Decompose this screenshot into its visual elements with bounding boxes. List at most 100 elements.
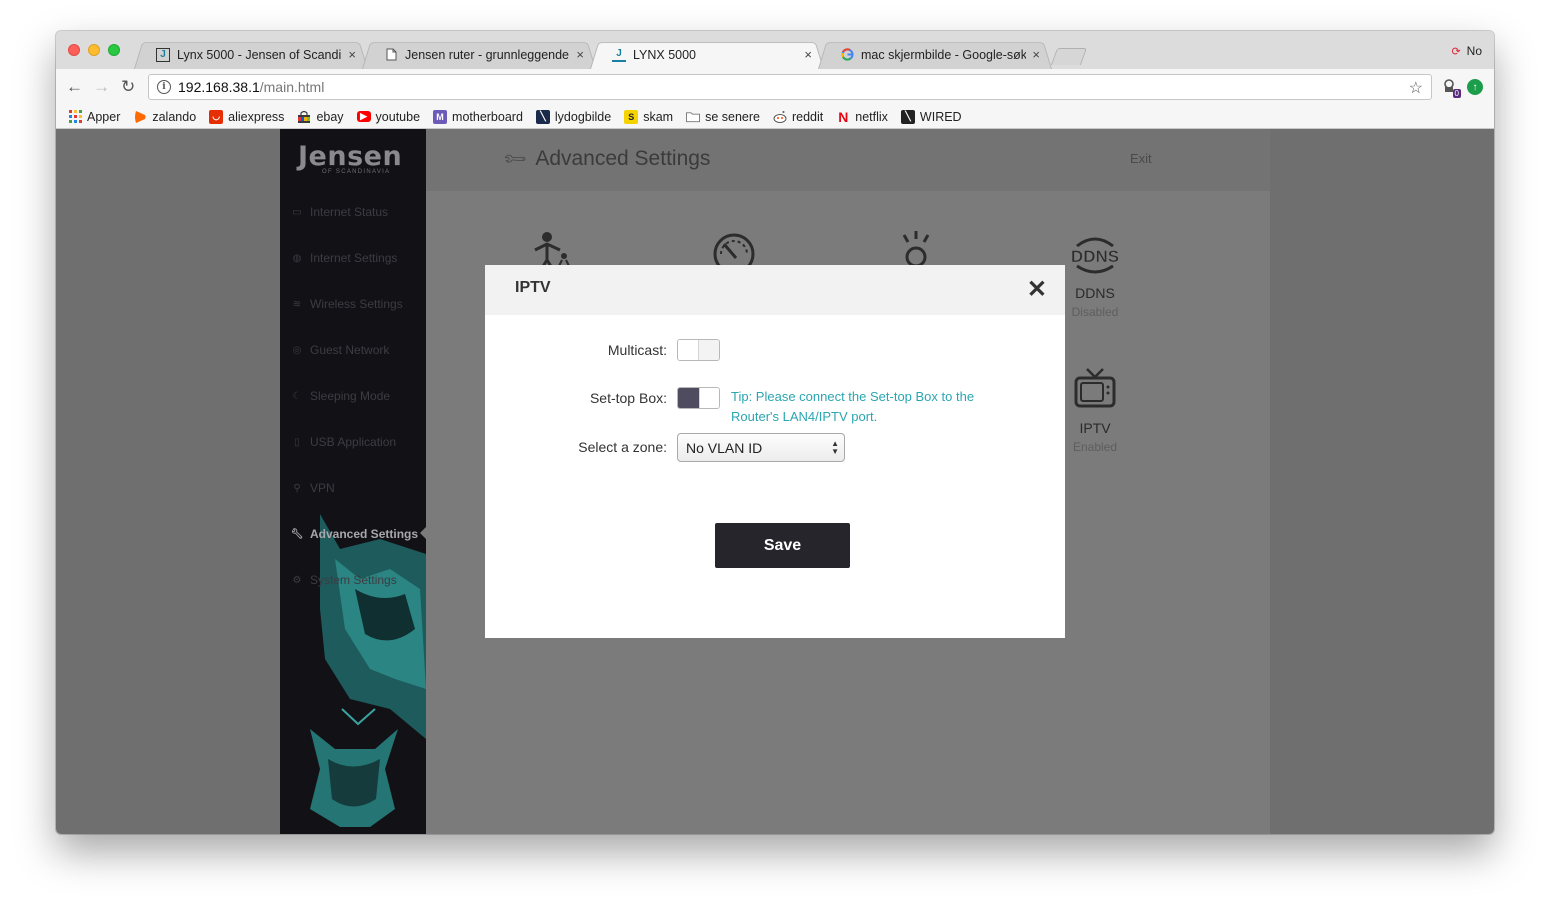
tab-title: LYNX 5000 xyxy=(633,47,697,62)
browser-tab[interactable]: mac skjermbilde - Google-søk × xyxy=(818,40,1052,69)
profile-button[interactable]: ⟳ No xyxy=(1451,44,1482,58)
address-bar[interactable]: i 192.168.38.1/main.html ☆ xyxy=(148,74,1432,100)
toggle-knob xyxy=(678,340,699,360)
google-g-icon xyxy=(840,48,854,62)
bookmark-motherboard[interactable]: M motherboard xyxy=(433,109,523,124)
multicast-label: Multicast: xyxy=(607,342,667,358)
multicast-toggle[interactable] xyxy=(677,339,720,361)
sidebar-item-internet-status[interactable]: ▭ Internet Status xyxy=(290,205,388,219)
bookmark-label: Apper xyxy=(87,109,121,124)
moon-icon: ☾ xyxy=(292,390,302,402)
bookmark-label: lydogbilde xyxy=(554,109,612,124)
wifi-icon: ≋ xyxy=(292,298,302,310)
sidebar-item-vpn[interactable]: ⚲ VPN xyxy=(290,481,335,495)
zone-select-value: No VLAN ID xyxy=(686,440,763,456)
jensen-logo[interactable]: Jensen xyxy=(298,141,402,172)
bookmark-label: netflix xyxy=(855,109,888,124)
active-caret xyxy=(420,526,426,540)
iptv-modal: IPTV ✕ Multicast: Set-top Box: Tip: Plea… xyxy=(485,265,1065,638)
exit-link[interactable]: Exit xyxy=(1130,151,1152,166)
toggle-track xyxy=(699,340,719,360)
lynx-illustration xyxy=(310,514,426,827)
bookmark-aliexpress[interactable]: ◡ aliexpress xyxy=(209,109,285,124)
zoom-window-button[interactable] xyxy=(108,44,120,56)
zone-select[interactable]: No VLAN ID ▲ ▼ xyxy=(677,433,845,462)
url-path: /main.html xyxy=(259,79,325,95)
jensen-logo-subtitle: OF SCANDINAVIA xyxy=(322,169,391,175)
bookmark-zalando[interactable]: zalando xyxy=(133,110,196,124)
sidebar-item-label: VPN xyxy=(310,481,335,495)
sidebar-item-guest-network[interactable]: ◎ Guest Network xyxy=(290,343,390,357)
settop-tip-text: Tip: Please connect the Set-top Box to t… xyxy=(731,389,975,424)
lydogbilde-icon: ╲ xyxy=(535,109,550,124)
sidebar-item-label: USB Application xyxy=(310,435,397,449)
bookmark-label: motherboard xyxy=(452,109,523,124)
browser-tab-active[interactable]: J LYNX 5000 × xyxy=(590,40,824,69)
bookmark-label: WIRED xyxy=(919,109,962,124)
browser-tab[interactable]: J Lynx 5000 - Jensen of Scandi × xyxy=(134,40,368,69)
bookmark-star-icon[interactable]: ☆ xyxy=(1409,78,1423,98)
jensen-j-icon: J xyxy=(156,47,170,62)
sidebar-item-wireless-settings[interactable]: ≋ Wireless Settings xyxy=(290,297,403,311)
bookmark-skam[interactable]: S skam xyxy=(624,109,674,124)
tab-close-icon[interactable]: × xyxy=(1032,47,1040,62)
youtube-icon: ▶ xyxy=(356,111,371,122)
led-light-icon[interactable] xyxy=(898,231,934,267)
sidebar-item-usb-application[interactable]: ▯ USB Application xyxy=(290,435,396,449)
gear-icon: ⚙ xyxy=(292,574,302,586)
bookmark-youtube[interactable]: ▶ youtube xyxy=(356,110,420,124)
forward-arrow-icon[interactable]: → xyxy=(93,77,110,97)
bookmark-label: zalando xyxy=(152,109,197,124)
settop-box-toggle[interactable] xyxy=(677,387,720,409)
sidebar-item-advanced-settings[interactable]: 🔧︎ Advanced Settings xyxy=(290,526,426,541)
info-icon[interactable]: i xyxy=(157,80,171,94)
update-arrow-icon[interactable]: ↑ xyxy=(1467,79,1483,95)
guest-icon: ◎ xyxy=(292,344,302,356)
select-arrows-icon: ▲ ▼ xyxy=(831,439,839,456)
new-tab-button[interactable] xyxy=(1050,48,1088,65)
tab-strip: J Lynx 5000 - Jensen of Scandi × Jensen … xyxy=(56,31,1494,69)
bookmark-ebay[interactable]: ebay xyxy=(297,109,344,124)
page-viewport: Jensen OF SCANDINAVIA ▭ Internet Status ◍… xyxy=(56,129,1494,834)
extension-badge: 0 xyxy=(1452,89,1461,98)
tab-close-icon[interactable]: × xyxy=(348,47,356,62)
tab-close-icon[interactable]: × xyxy=(576,47,584,62)
sidebar-item-internet-settings[interactable]: ◍ Internet Settings xyxy=(290,251,398,265)
wrench-icon: 🔧︎ xyxy=(502,146,529,173)
router-icon: ▭ xyxy=(292,206,302,218)
sidebar-item-system-settings[interactable]: ⚙ System Settings xyxy=(290,573,397,587)
tab-title: Jensen ruter - grunnleggende xyxy=(405,47,570,62)
browser-toolbar: ← → ↻ i 192.168.38.1/main.html ☆ 0 ↑ xyxy=(56,69,1494,105)
netflix-icon: N xyxy=(838,108,849,125)
toggle-track xyxy=(678,388,699,408)
sidebar-item-label: Internet Status xyxy=(310,205,389,219)
bookmark-label: reddit xyxy=(791,109,824,124)
parental-control-icon[interactable] xyxy=(530,230,576,268)
sidebar-item-sleeping-mode[interactable]: ☾ Sleeping Mode xyxy=(290,389,391,403)
ebay-bag-icon xyxy=(297,110,311,124)
close-icon[interactable]: ✕ xyxy=(1027,275,1047,304)
bookmark-label: aliexpress xyxy=(228,109,285,124)
qos-gauge-icon[interactable] xyxy=(712,232,756,268)
bookmark-wired[interactable]: ╲ WIRED xyxy=(900,109,962,124)
back-arrow-icon[interactable]: ← xyxy=(66,77,83,97)
bookmark-netflix[interactable]: N netflix xyxy=(836,108,888,125)
motherboard-icon: M xyxy=(433,109,448,124)
page-header: 🔧︎ Advanced Settings Exit xyxy=(426,129,1270,191)
bookmark-label: skam xyxy=(643,109,674,124)
bookmark-reddit[interactable]: reddit xyxy=(773,110,823,124)
tab-close-icon[interactable]: × xyxy=(804,47,812,62)
close-window-button[interactable] xyxy=(68,44,80,56)
jensen-j-icon: J xyxy=(612,48,626,62)
reload-icon[interactable]: ↻ xyxy=(121,77,135,97)
bookmark-apper[interactable]: Apper xyxy=(68,110,120,124)
save-button[interactable]: Save xyxy=(715,523,850,568)
browser-tab[interactable]: Jensen ruter - grunnleggende × xyxy=(362,40,596,69)
bookmark-label: ebay xyxy=(316,109,344,124)
bookmark-lydogbilde[interactable]: ╲ lydogbilde xyxy=(535,109,612,124)
extension-icon[interactable]: 0 xyxy=(1441,78,1461,98)
browser-window: J Lynx 5000 - Jensen of Scandi × Jensen … xyxy=(56,31,1494,834)
minimize-window-button[interactable] xyxy=(88,44,100,56)
bookmark-se-senere[interactable]: se senere xyxy=(686,110,760,124)
page-title-text: Advanced Settings xyxy=(535,147,711,170)
